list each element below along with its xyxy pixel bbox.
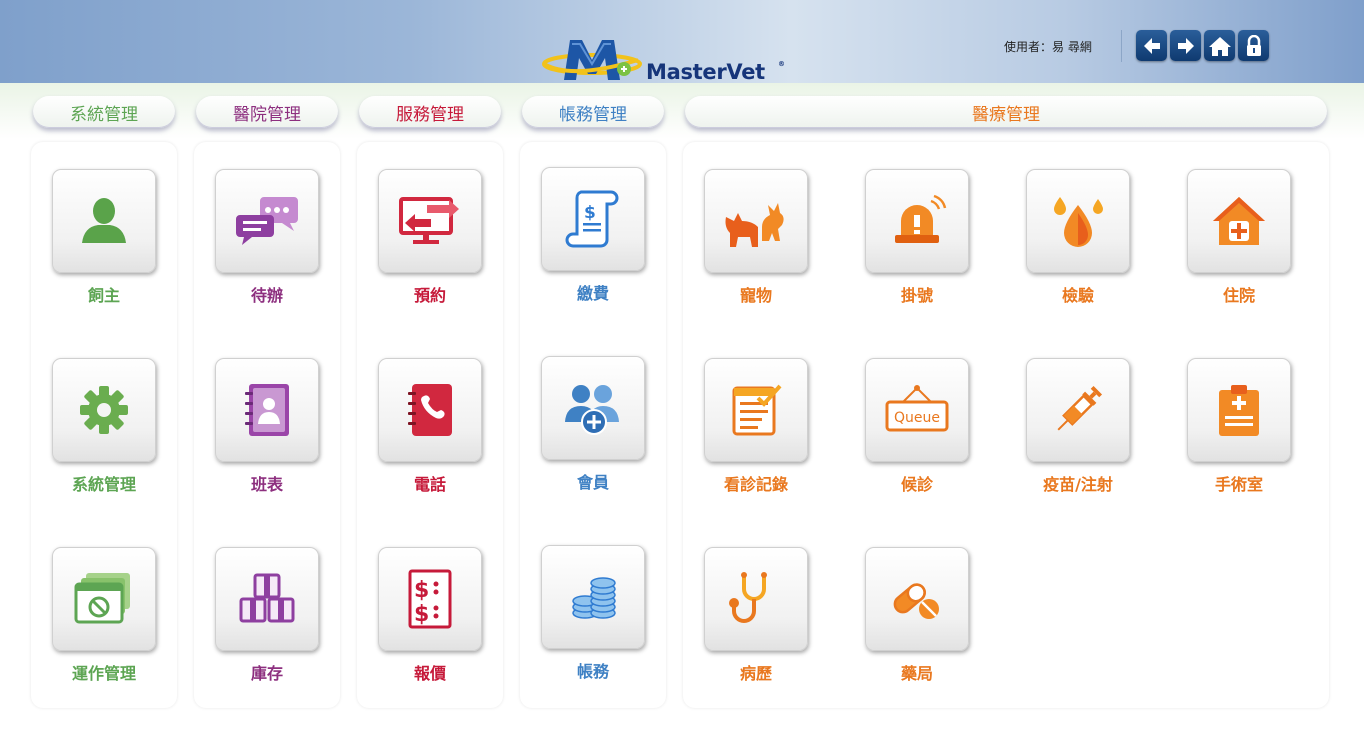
tile-system[interactable] [52, 358, 156, 462]
logo-text: MasterVet [646, 60, 765, 84]
contact-book-icon [245, 384, 289, 436]
home-button[interactable] [1204, 30, 1235, 61]
tile-phone-label: 電話 [413, 475, 446, 494]
tab-system-management[interactable]: 系統管理 [33, 96, 175, 128]
tile-pharmacy[interactable] [865, 547, 969, 651]
queue-sign-text: Queue [894, 410, 940, 426]
current-user-label: 使用者：易 尋網 [1004, 40, 1092, 54]
add-members-icon [565, 385, 619, 435]
pills-icon [893, 583, 939, 619]
price-list-icon: $ $ [408, 569, 452, 629]
tile-todo[interactable] [215, 169, 319, 273]
tile-payment[interactable]: $ [541, 167, 645, 271]
tile-medical-history[interactable] [704, 547, 808, 651]
back-icon [1143, 37, 1160, 54]
tile-payment-label: 繳費 [576, 284, 609, 303]
tile-appointment[interactable] [378, 169, 482, 273]
lock-icon [1246, 34, 1261, 56]
tile-surgery[interactable] [1187, 358, 1291, 462]
tile-registration-label: 掛號 [900, 286, 933, 305]
tile-accounts[interactable] [541, 545, 645, 649]
tile-medical-history-label: 病歷 [739, 664, 772, 683]
tile-schedule[interactable] [215, 358, 319, 462]
boxes-icon [239, 573, 295, 623]
tile-inpatient[interactable] [1187, 169, 1291, 273]
back-button[interactable] [1136, 30, 1167, 61]
receipt-icon: $ [565, 190, 619, 248]
tile-quote-label: 報價 [413, 664, 446, 683]
tile-consult-record[interactable] [704, 358, 808, 462]
coins-icon [572, 577, 616, 619]
syringe-icon [1057, 385, 1103, 431]
tile-inventory-label: 庫存 [250, 664, 283, 683]
mastervet-logo: MasterVet ® [542, 34, 792, 84]
tile-appointment-label: 預約 [413, 286, 446, 305]
tile-registration[interactable] [865, 169, 969, 273]
tile-lab[interactable] [1026, 169, 1130, 273]
tile-consult-record-label: 看診記錄 [723, 475, 788, 494]
tile-owner-label: 飼主 [87, 286, 120, 305]
gear-icon [80, 386, 128, 434]
tile-owner[interactable] [52, 169, 156, 273]
lock-button[interactable] [1238, 30, 1269, 61]
tile-pharmacy-label: 藥局 [900, 664, 933, 683]
tile-operations[interactable] [52, 547, 156, 651]
tile-schedule-label: 班表 [250, 475, 283, 494]
forward-button[interactable] [1170, 30, 1201, 61]
drops-icon [1054, 197, 1103, 247]
tile-accounts-label: 帳務 [576, 662, 609, 681]
medical-clipboard-icon [1219, 385, 1259, 436]
logo-m-icon [542, 40, 642, 80]
chat-bubbles-icon [236, 197, 298, 245]
tile-pet-label: 寵物 [739, 286, 772, 305]
tile-pet[interactable] [704, 169, 808, 273]
forward-icon [1177, 37, 1194, 54]
stethoscope-icon [729, 572, 767, 623]
tile-phone[interactable] [378, 358, 482, 462]
tile-surgery-label: 手術室 [1214, 475, 1263, 494]
tile-todo-label: 待辦 [250, 286, 283, 305]
tab-service-management[interactable]: 服務管理 [359, 96, 501, 128]
tile-quote[interactable]: $ $ [378, 547, 482, 651]
phone-book-icon [408, 384, 452, 436]
tab-medical-management[interactable]: 醫療管理 [685, 96, 1327, 128]
tile-queue[interactable]: Queue [865, 358, 969, 462]
tile-inpatient-label: 住院 [1222, 286, 1255, 305]
tile-lab-label: 檢驗 [1061, 286, 1094, 305]
pets-icon [725, 203, 784, 247]
alarm-siren-icon [895, 194, 947, 243]
hospital-house-icon [1213, 197, 1265, 245]
tile-queue-label: 候診 [900, 475, 933, 494]
window-block-icon [74, 573, 130, 624]
tab-finance-management[interactable]: 帳務管理 [522, 96, 664, 128]
svg-text:$: $ [414, 602, 429, 627]
checklist-icon [732, 384, 782, 436]
svg-text:$: $ [584, 203, 596, 223]
tile-member-label: 會員 [576, 473, 609, 492]
monitor-transfer-icon [399, 197, 459, 244]
queue-sign-icon: Queue [885, 385, 949, 432]
tile-vaccine-label: 疫苗/注射 [1043, 475, 1113, 494]
tile-system-label: 系統管理 [71, 475, 136, 494]
tile-inventory[interactable] [215, 547, 319, 651]
tile-member[interactable] [541, 356, 645, 460]
home-icon [1208, 36, 1231, 56]
header-divider [1121, 30, 1122, 62]
person-icon [82, 198, 126, 243]
logo-registered-mark: ® [778, 60, 785, 68]
tile-vaccine[interactable] [1026, 358, 1130, 462]
tile-operations-label: 運作管理 [71, 664, 136, 683]
tab-hospital-management[interactable]: 醫院管理 [196, 96, 338, 128]
svg-text:$: $ [414, 578, 429, 603]
